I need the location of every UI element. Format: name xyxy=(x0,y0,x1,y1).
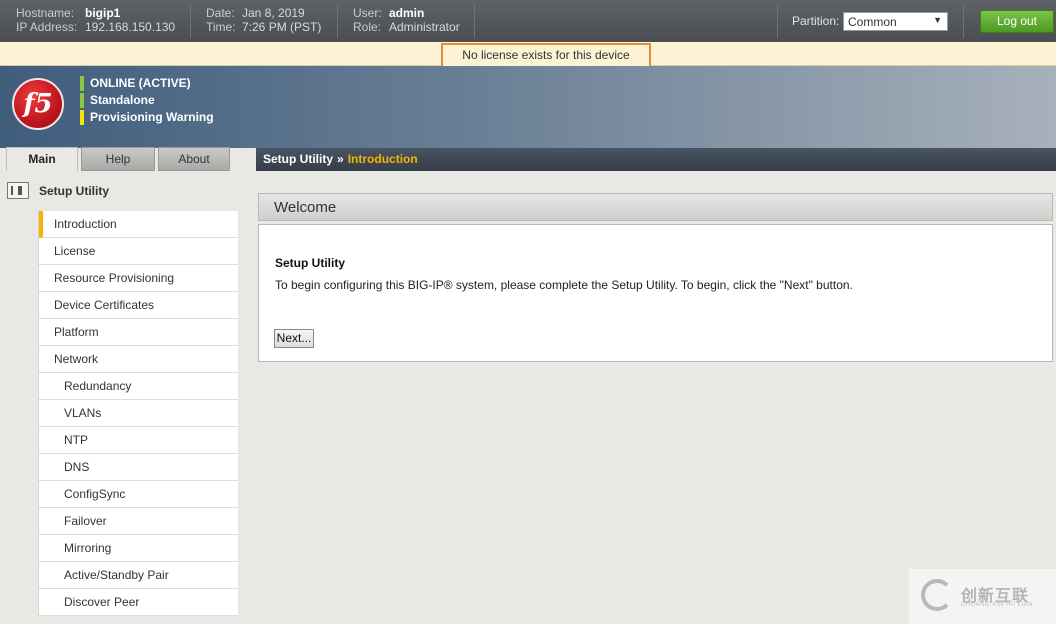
time-value: 7:26 PM (PST) xyxy=(242,20,322,34)
status-indicator xyxy=(80,93,84,108)
license-bar: No license exists for this device xyxy=(0,42,1056,69)
status-standalone: Standalone xyxy=(80,93,155,108)
divider xyxy=(777,4,778,38)
hostname-value: bigip1 xyxy=(85,6,121,20)
chevron-down-icon: ▼ xyxy=(933,15,942,25)
breadcrumb-current: Introduction xyxy=(347,152,418,166)
tab-main[interactable]: Main xyxy=(6,147,78,171)
role-label: Role: xyxy=(353,20,382,34)
status-text: Provisioning Warning xyxy=(90,110,214,124)
tab-help[interactable]: Help xyxy=(81,147,155,171)
status-indicator xyxy=(80,110,84,125)
date-value: Jan 8, 2019 xyxy=(242,6,305,20)
status-indicator xyxy=(80,76,84,91)
setup-utility-icon xyxy=(7,182,29,199)
user-info: User: admin Role: Administrator xyxy=(353,6,460,34)
sidebar-item-license[interactable]: License xyxy=(39,238,238,265)
content-heading: Setup Utility xyxy=(275,256,346,270)
divider xyxy=(190,4,191,38)
datetime-info: Date: Jan 8, 2019 Time: 7:26 PM (PST) xyxy=(206,6,321,34)
sidebar-item-discover-peer[interactable]: Discover Peer xyxy=(39,589,238,616)
watermark: 创新互联 CHUANG XIN HU LIAN xyxy=(909,569,1056,624)
status-online: ONLINE (ACTIVE) xyxy=(80,76,191,91)
watermark-logo-icon xyxy=(921,579,953,611)
breadcrumb-root[interactable]: Setup Utility xyxy=(263,152,333,166)
sidebar-item-resource-provisioning[interactable]: Resource Provisioning xyxy=(39,265,238,292)
breadcrumb: Setup Utility » Introduction xyxy=(256,148,1056,171)
sidebar-item-configsync[interactable]: ConfigSync xyxy=(39,481,238,508)
ip-label: IP Address: xyxy=(16,20,78,34)
tab-about[interactable]: About xyxy=(158,147,230,171)
content-text: To begin configuring this BIG-IP® system… xyxy=(275,278,853,292)
user-value: admin xyxy=(389,6,425,20)
divider xyxy=(963,4,964,38)
f5-logo: f5 xyxy=(12,78,64,130)
partition-label: Partition: xyxy=(792,14,840,28)
sidebar-menu: Introduction License Resource Provisioning… xyxy=(38,211,238,616)
date-label: Date: xyxy=(206,6,235,20)
welcome-section-header: Welcome xyxy=(258,193,1053,221)
sidebar-item-failover[interactable]: Failover xyxy=(39,508,238,535)
welcome-section-body: Setup Utility To begin configuring this … xyxy=(258,224,1053,362)
partition-value: Common xyxy=(848,15,897,29)
divider xyxy=(474,4,475,38)
top-info-bar: Hostname: bigip1 IP Address: 192.168.150.1… xyxy=(0,0,1056,42)
status-text: ONLINE (ACTIVE) xyxy=(90,76,191,90)
ip-value: 192.168.150.130 xyxy=(85,20,176,34)
next-button[interactable]: Next... xyxy=(274,329,314,348)
header-banner: f5 ONLINE (ACTIVE) Standalone Provisioni… xyxy=(0,66,1056,148)
sidebar-item-redundancy[interactable]: Redundancy xyxy=(39,373,238,400)
logout-button[interactable]: Log out xyxy=(980,10,1054,33)
sidebar-title[interactable]: Setup Utility xyxy=(39,184,109,198)
sidebar-item-network[interactable]: Network xyxy=(39,346,238,373)
sidebar-item-platform[interactable]: Platform xyxy=(39,319,238,346)
role-value: Administrator xyxy=(389,20,460,34)
watermark-subtext: CHUANG XIN HU LIAN xyxy=(961,602,1034,608)
host-info: Hostname: bigip1 IP Address: 192.168.150.1… xyxy=(16,6,175,34)
sidebar-item-active-standby-pair[interactable]: Active/Standby Pair xyxy=(39,562,238,589)
status-provisioning[interactable]: Provisioning Warning xyxy=(80,110,214,125)
hostname-label: Hostname: xyxy=(16,6,75,20)
user-label: User: xyxy=(353,6,382,20)
sidebar-item-introduction[interactable]: Introduction xyxy=(39,211,238,238)
breadcrumb-separator: » xyxy=(337,152,344,166)
status-text: Standalone xyxy=(90,93,155,107)
sidebar-item-dns[interactable]: DNS xyxy=(39,454,238,481)
partition-select[interactable]: Common ▼ xyxy=(843,12,948,31)
sidebar-item-device-certificates[interactable]: Device Certificates xyxy=(39,292,238,319)
sidebar-item-vlans[interactable]: VLANs xyxy=(39,400,238,427)
time-label: Time: xyxy=(206,20,236,34)
sidebar-item-mirroring[interactable]: Mirroring xyxy=(39,535,238,562)
divider xyxy=(337,4,338,38)
sidebar: Setup Utility Introduction License Resourc… xyxy=(0,171,238,624)
sidebar-item-ntp[interactable]: NTP xyxy=(39,427,238,454)
